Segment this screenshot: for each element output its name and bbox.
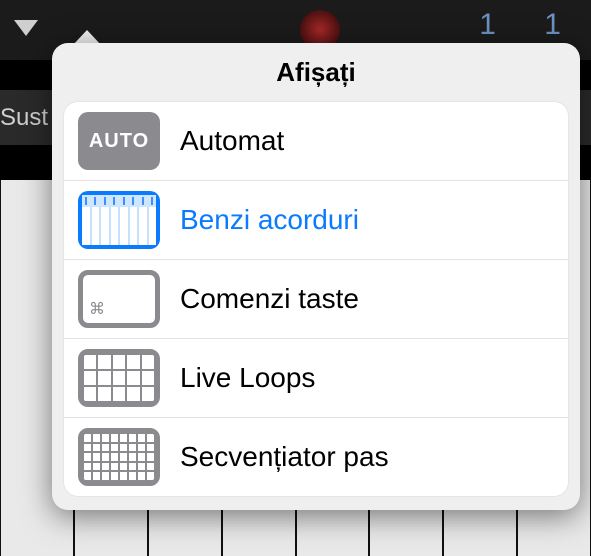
chord-strips-icon <box>78 191 160 249</box>
view-option-chord-strips[interactable]: Benzi acorduri <box>64 181 568 260</box>
sustain-label: Sust <box>0 104 48 132</box>
view-option-live-loops[interactable]: Live Loops <box>64 339 568 418</box>
view-options-list: AUTO Automat Benzi acorduri ⌘ Comenzi ta… <box>64 102 568 496</box>
popover-title: Afișați <box>52 43 580 98</box>
view-popover: Afișați AUTO Automat Benzi acorduri ⌘ <box>52 43 580 510</box>
view-option-automat[interactable]: AUTO Automat <box>64 102 568 181</box>
step-seq-icon <box>78 428 160 486</box>
command-glyph: ⌘ <box>89 299 105 319</box>
view-option-label: Live Loops <box>180 362 315 394</box>
view-option-label: Automat <box>180 125 284 157</box>
view-option-key-commands[interactable]: ⌘ Comenzi taste <box>64 260 568 339</box>
dropdown-arrow-icon[interactable] <box>10 18 42 40</box>
auto-icon: AUTO <box>78 112 160 170</box>
position-counter: 1 1 <box>479 8 581 42</box>
view-option-label: Comenzi taste <box>180 283 359 315</box>
view-option-step-sequencer[interactable]: Secvențiator pas <box>64 418 568 496</box>
key-commands-icon: ⌘ <box>78 270 160 328</box>
live-loops-icon <box>78 349 160 407</box>
view-option-label: Secvențiator pas <box>180 441 389 473</box>
view-option-label: Benzi acorduri <box>180 204 359 236</box>
